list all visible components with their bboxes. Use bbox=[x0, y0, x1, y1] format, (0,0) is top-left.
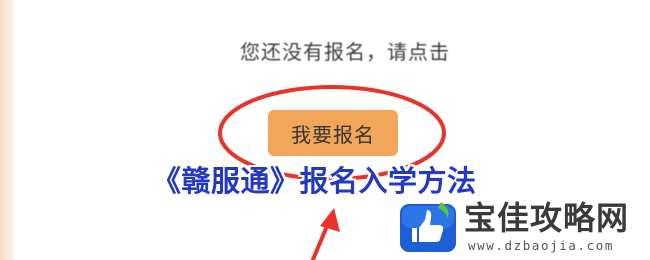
signup-button[interactable]: 我要报名 bbox=[268, 110, 398, 156]
article-title-overlay: 《赣服通》报名入学方法 bbox=[152, 164, 477, 198]
screenshot-canvas: 您还没有报名，请点击 我要报名 《赣服通》报名入学方法 宝佳攻略网 www.dz… bbox=[0, 0, 650, 260]
arrow-shaft bbox=[310, 213, 334, 260]
thumbs-up-icon bbox=[400, 202, 456, 252]
signup-prompt-text: 您还没有报名，请点击 bbox=[240, 40, 450, 64]
watermark-url: www.dzbaojia.com bbox=[468, 238, 615, 253]
watermark-site-name: 宝佳攻略网 bbox=[464, 199, 630, 237]
site-watermark: 宝佳攻略网 www.dzbaojia.com bbox=[398, 198, 648, 258]
arrow-head bbox=[320, 208, 340, 232]
